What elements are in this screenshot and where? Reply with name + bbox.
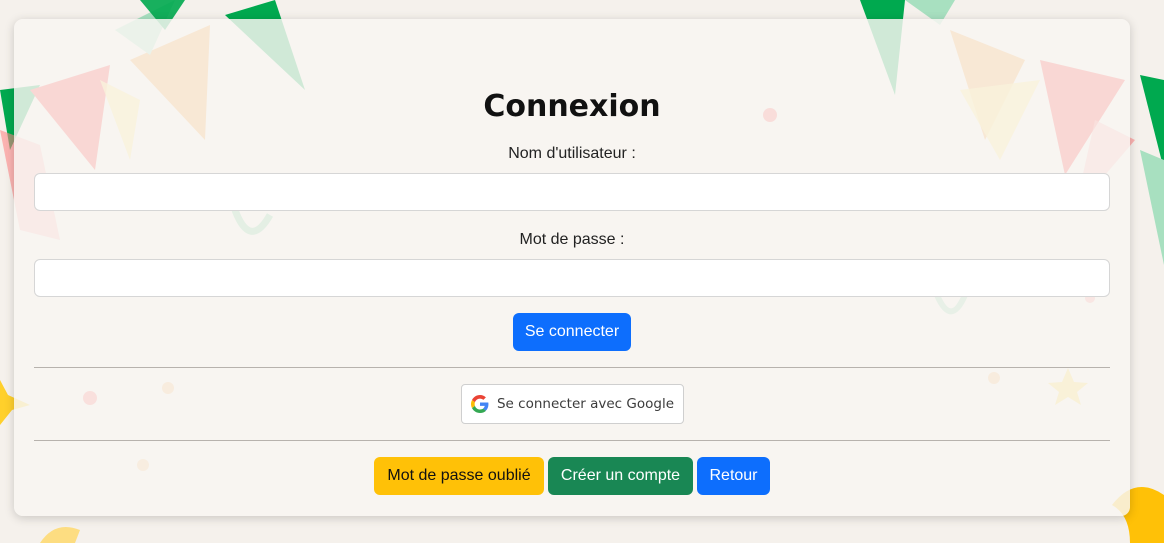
back-button[interactable]: Retour	[697, 457, 770, 495]
create-account-button[interactable]: Créer un compte	[548, 457, 693, 495]
page-title: Connexion	[483, 89, 661, 124]
forgot-password-button[interactable]: Mot de passe oublié	[374, 457, 544, 495]
password-input[interactable]	[34, 259, 1110, 297]
username-label: Nom d'utilisateur :	[508, 145, 636, 162]
google-icon	[470, 395, 489, 413]
username-input[interactable]	[34, 173, 1110, 211]
login-card: Connexion Nom d'utilisateur : Mot de pas…	[14, 19, 1130, 516]
divider	[34, 440, 1110, 441]
google-login-button[interactable]: Se connecter avec Google	[461, 384, 684, 424]
password-label: Mot de passe :	[519, 231, 625, 248]
google-login-label: Se connecter avec Google	[496, 396, 675, 412]
divider	[34, 367, 1110, 368]
login-button[interactable]: Se connecter	[513, 313, 631, 351]
